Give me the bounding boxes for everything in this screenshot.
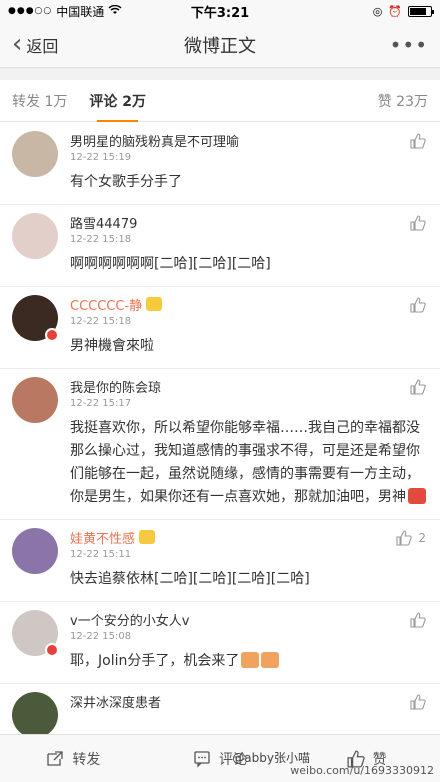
thumbs-up-icon [410,215,426,231]
comment-time: 12-22 15:18 [70,316,132,327]
verified-badge [45,643,59,657]
battery-icon [408,5,434,17]
like-button[interactable] [410,215,426,231]
chevron-left-icon: ‹ [12,28,23,59]
avatar[interactable] [12,692,58,734]
comment-time: 12-22 15:08 [70,631,132,642]
comment-item: 男明星的脑残粉真是不可理喻 12-22 15:19 有个女歌手分手了 [0,123,440,205]
avatar[interactable] [12,377,58,423]
verified-badge [45,328,59,342]
emoji-icon [408,488,426,504]
repost-label: 转发 [72,751,101,768]
rotation-lock-icon: ◎ [372,4,383,18]
page-title: 微博正文 [184,35,256,57]
comment-text-body: 我挺喜欢你，所以希望你能够幸福……我自己的幸福都没那么操心过，我知道感情的事强求… [70,420,420,505]
vip-crown-icon [139,530,156,544]
like-button[interactable] [410,694,426,710]
signal-icon: ●●●○○ [8,6,53,16]
like-count: 2 [418,531,426,545]
comment-item: CCCCCC-静 12-22 15:18 男神機會來啦 [0,287,440,369]
comment-username[interactable]: 路雪44479 [70,213,428,232]
comment-time: 12-22 15:11 [70,549,132,560]
username-text: 娃黄不性感 [70,531,136,547]
avatar[interactable] [12,131,58,177]
like-button[interactable]: 2 [396,530,426,546]
tab-reposts[interactable]: 转发 1万 [12,80,67,122]
tab-bar: 转发 1万 评论 2万 赞 23万 [0,80,440,122]
comment-list[interactable]: 男明星的脑残粉真是不可理喻 12-22 15:19 有个女歌手分手了 路雪444… [0,123,440,734]
comment-username[interactable]: CCCCCC-静 [70,295,428,314]
section-gap [0,68,440,80]
comment-text: 啊啊啊啊啊啊[二哈][二哈][二哈] [70,256,271,272]
comment-time: 12-22 15:17 [70,398,132,409]
like-button[interactable] [410,379,426,395]
nav-bar: ‹ 返回 微博正文 ••• [0,22,440,68]
thumbs-up-icon [410,694,426,710]
emoji-icon [241,652,260,668]
thumbs-up-icon [410,379,426,395]
more-button[interactable]: ••• [390,33,428,57]
repost-button[interactable]: 转发 [0,749,147,769]
thumbs-up-icon [410,297,426,313]
avatar[interactable] [12,213,58,259]
comment-item: 娃黄不性感 12-22 15:11 快去追蔡依林[二哈][二哈][二哈][二哈]… [0,520,440,602]
comment-item: v一个安分的小女人v 12-22 15:08 耶，Jolin分手了，机会来了 [0,602,440,684]
username-text: CCCCCC-静 [70,298,143,314]
comment-username[interactable]: v一个安分的小女人v [70,610,428,629]
comment-time: 12-22 15:18 [70,234,132,245]
comment-item: 路雪44479 12-22 15:18 啊啊啊啊啊啊[二哈][二哈][二哈] [0,205,440,287]
comment-item: 深井冰深度患者 [0,684,440,734]
avatar[interactable] [12,295,59,342]
comment-text: 快去追蔡依林[二哈][二哈][二哈][二哈] [70,571,310,587]
tab-comments[interactable]: 评论 2万 [89,80,146,122]
comment-icon [194,750,210,768]
wifi-icon [108,4,122,18]
like-button[interactable] [410,133,426,149]
watermark-url: weibo.com/u/1693330912 [290,764,434,777]
like-button[interactable] [410,612,426,628]
comment-text: 男神機會來啦 [70,338,154,354]
comment-text: 有个女歌手分手了 [70,174,182,190]
comment-username[interactable]: 娃黄不性感 [70,528,428,547]
like-button[interactable] [410,297,426,313]
tab-likes[interactable]: 赞 23万 [378,91,428,111]
thumbs-up-icon [410,133,426,149]
status-bar: ●●●○○ 中国联通 下午3:21 ◎ ⏰ [0,0,440,22]
vip-crown-icon [146,297,163,311]
comment-text: 耶，Jolin分手了，机会来了 [70,650,428,673]
back-button[interactable]: ‹ 返回 [12,28,59,59]
comment-username[interactable]: 我是你的陈会琼 [70,377,428,396]
comment-text: 我挺喜欢你，所以希望你能够幸福……我自己的幸福都没那么操心过，我知道感情的事强求… [70,417,428,509]
comment-item: 我是你的陈会琼 12-22 15:17 我挺喜欢你，所以希望你能够幸福……我自己… [0,369,440,520]
comment-username[interactable]: 男明星的脑残粉真是不可理喻 [70,131,428,150]
alarm-icon: ⏰ [388,4,402,18]
status-right: ◎ ⏰ [372,4,434,18]
status-left: ●●●○○ 中国联通 [8,3,122,20]
carrier-label: 中国联通 [56,4,105,19]
comment-time: 12-22 15:19 [70,152,132,163]
avatar[interactable] [12,528,58,574]
repost-icon [47,750,63,766]
comment-text-body: 耶，Jolin分手了，机会来了 [70,653,240,669]
thumbs-up-icon [410,612,426,628]
back-label: 返回 [26,36,59,56]
thumbs-up-icon [396,530,413,546]
emoji-icon [261,652,280,668]
avatar[interactable] [12,610,59,657]
comment-username[interactable]: 深井冰深度患者 [70,692,428,711]
